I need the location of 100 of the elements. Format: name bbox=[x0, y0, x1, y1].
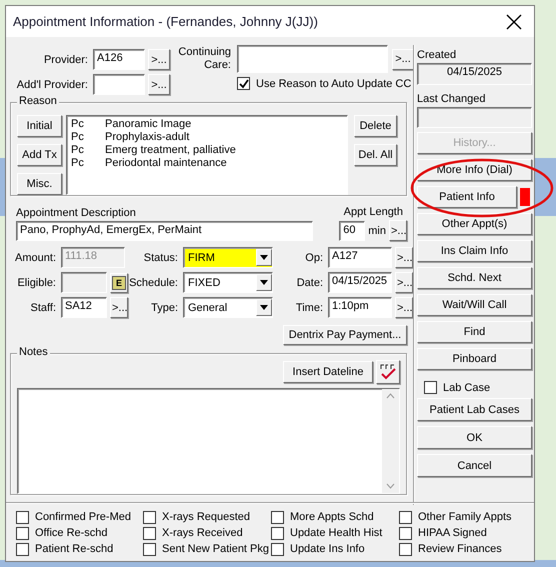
browse-button[interactable]: >... bbox=[392, 48, 414, 70]
dialog-button[interactable]: OK bbox=[417, 426, 532, 449]
continuing-care-field[interactable] bbox=[237, 45, 388, 73]
browse-button[interactable]: >... bbox=[148, 74, 170, 95]
side-button[interactable]: Patient Info bbox=[417, 186, 517, 208]
side-button[interactable]: Pinboard bbox=[417, 348, 532, 370]
field-label: Created bbox=[417, 49, 458, 61]
input-field[interactable]: A127 bbox=[328, 247, 392, 268]
appt-length-field[interactable]: 60 bbox=[339, 220, 366, 240]
field-label: Provider: bbox=[42, 54, 89, 66]
list-item[interactable]: Pc Periodontal maintenance bbox=[71, 157, 343, 170]
checkbox-label: Sent New Patient Pkg bbox=[162, 543, 270, 555]
reason-action-button[interactable]: Delete bbox=[354, 115, 397, 137]
unit-label: min bbox=[368, 224, 386, 236]
staff-field[interactable]: SA12 bbox=[61, 297, 107, 318]
checkbox-label: Confirmed Pre-Med bbox=[35, 511, 131, 523]
checkbox[interactable] bbox=[271, 526, 284, 540]
checkbox[interactable] bbox=[143, 526, 156, 540]
side-button[interactable]: Other Appt(s) bbox=[417, 213, 532, 235]
group-title: Notes bbox=[17, 346, 50, 358]
dropdown-arrow-icon bbox=[260, 305, 268, 310]
spellcheck-icon bbox=[379, 363, 397, 381]
field-label: Continuing Care: bbox=[178, 46, 232, 72]
provider-field[interactable]: A126 bbox=[93, 49, 145, 70]
field-label: Time: bbox=[294, 302, 324, 314]
dialog-button[interactable]: Cancel bbox=[417, 454, 532, 477]
list-item[interactable]: Pc Emerg treatment, palliative bbox=[71, 144, 343, 157]
notes-field[interactable] bbox=[17, 388, 400, 494]
check-icon bbox=[238, 78, 248, 88]
browse-button[interactable]: >... bbox=[110, 297, 128, 318]
checkbox[interactable] bbox=[399, 542, 412, 556]
insert-dateline-button[interactable]: Insert Dateline bbox=[283, 361, 373, 383]
checkbox[interactable] bbox=[16, 526, 29, 540]
checkbox-label: Patient Re-schd bbox=[35, 543, 114, 555]
field-label: Op: bbox=[304, 252, 324, 264]
dropdown[interactable]: FIRM bbox=[183, 247, 273, 268]
input-field[interactable]: 04/15/2025 bbox=[328, 272, 392, 293]
scroll-down-icon bbox=[386, 483, 395, 489]
browse-button[interactable]: >... bbox=[148, 49, 170, 70]
list-item[interactable]: Pc Panoramic Image bbox=[71, 118, 343, 131]
field-label: Staff: bbox=[30, 302, 57, 314]
checkbox[interactable] bbox=[271, 542, 284, 556]
close-icon bbox=[506, 14, 522, 30]
list-item[interactable]: Pc Prophylaxis-adult bbox=[71, 131, 343, 144]
field-label: Appointment Description bbox=[16, 207, 137, 219]
checkbox[interactable] bbox=[237, 77, 250, 90]
side-button[interactable]: Find bbox=[417, 321, 532, 343]
field-label: Type: bbox=[150, 302, 179, 314]
field-label: Status: bbox=[142, 252, 179, 264]
dialog-button[interactable]: Patient Lab Cases bbox=[417, 398, 532, 421]
browse-button[interactable]: >... bbox=[395, 272, 413, 293]
checkbox-label: HIPAA Signed bbox=[418, 527, 487, 539]
checkbox[interactable] bbox=[143, 542, 156, 556]
checkbox[interactable] bbox=[399, 526, 412, 540]
checkbox[interactable] bbox=[16, 542, 29, 556]
addl-provider-field[interactable] bbox=[93, 74, 145, 95]
reason-button[interactable]: Initial bbox=[17, 115, 62, 137]
field-label: Schedule: bbox=[128, 276, 179, 288]
reason-button[interactable]: Add Tx bbox=[17, 144, 62, 166]
field-label: Last Changed bbox=[417, 93, 486, 105]
browse-button[interactable]: >... bbox=[395, 297, 413, 318]
window-title: Appointment Information - (Fernandes, Johnny J(JJ)) bbox=[13, 14, 318, 29]
browse-button[interactable]: >... bbox=[389, 220, 407, 241]
input-field[interactable]: 1:10pm bbox=[328, 297, 392, 318]
field-label: Eligible: bbox=[16, 276, 57, 288]
checkbox[interactable] bbox=[143, 510, 156, 524]
checkbox[interactable] bbox=[399, 510, 412, 524]
scrollbar[interactable] bbox=[382, 389, 399, 493]
checkbox-label: Use Reason to Auto Update CC bbox=[256, 78, 412, 90]
checkbox-label: Update Ins Info bbox=[290, 543, 365, 555]
side-button[interactable]: Wait/Will Call bbox=[417, 294, 532, 316]
description-field[interactable]: Pano, ProphyAd, EmergEx, PerMaint bbox=[16, 221, 313, 241]
checkbox-label: Office Re-schd bbox=[35, 527, 108, 539]
created-field: 04/15/2025 bbox=[417, 63, 532, 85]
checkbox[interactable] bbox=[424, 381, 437, 394]
side-button[interactable]: Ins Claim Info bbox=[417, 240, 532, 262]
reason-button[interactable]: Misc. bbox=[17, 173, 62, 195]
checkbox-label: Other Family Appts bbox=[418, 511, 512, 523]
checkbox[interactable] bbox=[16, 510, 29, 524]
dropdown[interactable]: FIXED bbox=[183, 272, 273, 293]
dropdown[interactable]: General bbox=[183, 297, 273, 318]
field-label: Amount: bbox=[14, 252, 57, 264]
group-title: Reason bbox=[17, 95, 59, 107]
checkbox-label: Lab Case bbox=[443, 382, 490, 394]
checkbox-label: More Appts Schd bbox=[290, 511, 374, 523]
browse-button[interactable]: >... bbox=[395, 247, 413, 268]
reason-action-button[interactable]: Del. All bbox=[354, 144, 397, 166]
dentrix-pay-button[interactable]: Dentrix Pay Payment... bbox=[283, 325, 407, 345]
checkbox-label: X-rays Received bbox=[162, 527, 243, 539]
field-label: Add'l Provider: bbox=[16, 78, 89, 90]
spellcheck-button[interactable] bbox=[376, 360, 400, 384]
field-label: Appt Length bbox=[344, 206, 403, 218]
field-label: Date: bbox=[296, 276, 324, 288]
reason-list[interactable]: Pc Panoramic Image Pc Prophylaxis-adult Pc Emerg treatment, palliative Pc Periodontal maintenance bbox=[66, 115, 348, 195]
scroll-up-icon bbox=[386, 393, 395, 399]
checkbox-label: X-rays Requested bbox=[162, 511, 250, 523]
side-button[interactable]: Schd. Next bbox=[417, 267, 532, 289]
checkbox-label: Review Finances bbox=[418, 543, 502, 555]
dropdown-arrow-icon bbox=[260, 280, 268, 285]
checkbox[interactable] bbox=[271, 510, 284, 524]
